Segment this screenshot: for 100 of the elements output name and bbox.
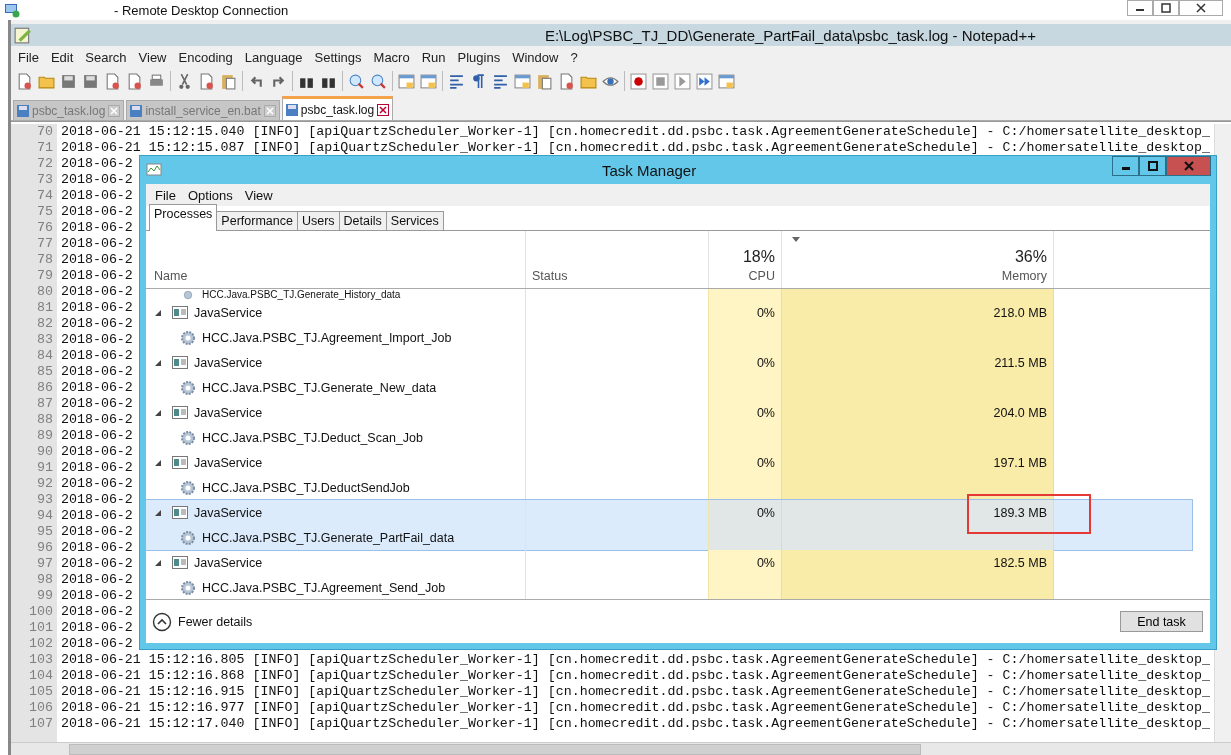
fewer-details-link[interactable]: Fewer details xyxy=(152,611,253,632)
window-icon[interactable] xyxy=(398,72,415,90)
process-group[interactable]: JavaService 0% 211.5 MB HCC.Java.PSBC_TJ.Generate_New_data xyxy=(146,350,1192,400)
column-header[interactable]: Memory xyxy=(1001,269,1047,283)
scrollbar[interactable] xyxy=(11,742,1231,755)
window-icon xyxy=(172,406,188,419)
log-line: 2018-06-2 xyxy=(61,284,133,299)
tab[interactable]: Services xyxy=(385,211,444,230)
menu-item[interactable]: Encoding xyxy=(172,49,239,65)
line-number: 83 xyxy=(36,332,54,348)
minimize-button[interactable] xyxy=(1127,0,1153,16)
line-number: 93 xyxy=(36,492,54,508)
menu-item[interactable]: View xyxy=(238,187,279,203)
menu-item[interactable]: File xyxy=(149,187,182,203)
expand-icon[interactable] xyxy=(154,308,162,317)
log-line: 2018-06-2 xyxy=(61,300,133,315)
log-line: 2018-06-2 xyxy=(61,236,133,251)
line-number: 73 xyxy=(36,172,54,188)
tab[interactable]: Performance xyxy=(216,211,298,230)
log-line: 2018-06-2 xyxy=(61,572,133,587)
window-title: E:\Log\PSBC_TJ_DD\Generate_PartFail_data\psbc_task.log - Notepad++ xyxy=(544,26,1036,44)
column-header[interactable]: CPU xyxy=(748,269,775,283)
tab[interactable]: Users xyxy=(296,211,340,230)
expand-icon[interactable] xyxy=(154,558,162,567)
pilcrow-icon[interactable] xyxy=(470,72,487,90)
restore-icon xyxy=(1161,3,1171,13)
log-line: 2018-06-21 15:12:16.977 [INFO] [apiQuartzScheduler_Worker-1] [cn.homecredit.dd.psbc.task.AgreementGenerateSchedule] - C:/homersatellite_desktop_ xyxy=(61,700,1211,715)
expand-icon[interactable] xyxy=(154,508,162,517)
process-name: JavaService xyxy=(194,405,263,420)
process-group[interactable]: JavaService 0% 197.1 MB HCC.Java.PSBC_TJ.DeductSendJob xyxy=(146,450,1192,500)
service-name: HCC.Java.PSBC_TJ.Generate_History_data xyxy=(202,289,401,300)
record-icon[interactable] xyxy=(630,72,647,90)
log-line: 2018-06-2 xyxy=(61,492,133,507)
window-icon xyxy=(172,456,188,469)
menu-item[interactable]: ? xyxy=(564,49,584,65)
service-name: HCC.Java.PSBC_TJ.Generate_PartFail_data xyxy=(202,530,455,545)
fast-forward-icon[interactable] xyxy=(696,72,713,90)
process-group[interactable]: JavaService 0% 189.3 MB HCC.Java.PSBC_TJ.Generate_PartFail_data xyxy=(146,500,1192,550)
line-number: 80 xyxy=(36,284,54,300)
menu-item[interactable]: Search xyxy=(79,49,133,65)
window-icon xyxy=(172,306,188,319)
log-line: 2018-06-2 xyxy=(61,220,133,235)
end-task-button[interactable]: End task xyxy=(1120,611,1203,632)
log-line: 2018-06-2 xyxy=(61,636,133,651)
cpu-total: 18% xyxy=(742,248,775,266)
line-number: 86 xyxy=(36,380,54,396)
copy-icon[interactable] xyxy=(198,72,215,90)
column-header[interactable]: Status xyxy=(532,269,702,283)
process-group[interactable]: JavaService 0% 204.0 MB HCC.Java.PSBC_TJ.Deduct_Scan_Job xyxy=(146,400,1192,450)
menu-item[interactable]: Edit xyxy=(44,49,80,65)
line-number: 97 xyxy=(36,556,54,572)
menu-item[interactable]: Window xyxy=(506,49,565,65)
clipboard-icon[interactable] xyxy=(220,72,237,90)
new-file-icon[interactable] xyxy=(16,72,33,90)
pages-close-icon[interactable] xyxy=(126,72,143,90)
expand-icon[interactable] xyxy=(154,358,162,367)
menu-item[interactable]: Macro xyxy=(367,49,416,65)
log-line: 2018-06-21 15:12:15.087 [INFO] [apiQuartzScheduler_Worker-1] [cn.homecredit.dd.psbc.task.AgreementGenerateSchedule] - C:/homersatellite_desktop_ xyxy=(61,140,1211,155)
wrap-icon[interactable] xyxy=(448,72,465,90)
zoom-in-icon[interactable] xyxy=(348,72,365,90)
panel-icon[interactable] xyxy=(514,72,531,90)
stop-icon[interactable] xyxy=(652,72,669,90)
menu-item[interactable]: Run xyxy=(415,49,452,65)
tab[interactable]: Processes xyxy=(149,204,218,231)
column-header[interactable]: Name xyxy=(154,269,519,283)
service-name: HCC.Java.PSBC_TJ.DeductSendJob xyxy=(202,480,410,495)
window-icon xyxy=(172,506,188,519)
menu-item[interactable]: Options xyxy=(181,187,239,203)
expand-icon[interactable] xyxy=(154,458,162,467)
menu-item[interactable]: Plugins xyxy=(451,49,507,65)
indent-guide-icon[interactable] xyxy=(492,72,509,90)
play-icon[interactable] xyxy=(674,72,691,90)
close-button[interactable] xyxy=(1179,0,1223,16)
save-macro-icon[interactable] xyxy=(718,72,735,90)
restore-button[interactable] xyxy=(1153,0,1179,16)
menu-item[interactable]: Settings xyxy=(308,49,368,65)
line-number: 96 xyxy=(36,540,54,556)
minimize-button[interactable] xyxy=(1112,156,1139,176)
menu-item[interactable]: View xyxy=(132,49,173,65)
close-icon[interactable] xyxy=(377,103,390,116)
disks-icon[interactable] xyxy=(82,72,99,90)
zoom-out-icon[interactable] xyxy=(370,72,387,90)
line-number: 90 xyxy=(36,444,54,460)
maximize-icon xyxy=(1147,161,1158,171)
window-title: Task Manager xyxy=(602,162,697,179)
menu-item[interactable]: File xyxy=(12,49,45,65)
scissors-icon[interactable] xyxy=(176,72,193,90)
file-tab[interactable]: psbc_task.log xyxy=(281,96,394,120)
expand-icon[interactable] xyxy=(154,408,162,417)
memory-value: 204.0 MB xyxy=(993,405,1047,420)
tab[interactable]: Details xyxy=(338,211,387,230)
menu-item[interactable]: Language xyxy=(238,49,309,65)
process-group[interactable]: JavaService 0% 182.5 MB HCC.Java.PSBC_TJ.Agreement_Send_Job xyxy=(146,550,1192,599)
cpu-value: 0% xyxy=(756,355,775,370)
maximize-button[interactable] xyxy=(1139,156,1166,176)
line-number: 101 xyxy=(28,620,54,636)
window-icon[interactable] xyxy=(420,72,437,90)
cpu-value: 0% xyxy=(756,305,775,320)
process-group[interactable]: JavaService 0% 218.0 MB HCC.Java.PSBC_TJ.Agreement_Import_Job xyxy=(146,300,1192,350)
page-close-icon[interactable] xyxy=(104,72,121,90)
